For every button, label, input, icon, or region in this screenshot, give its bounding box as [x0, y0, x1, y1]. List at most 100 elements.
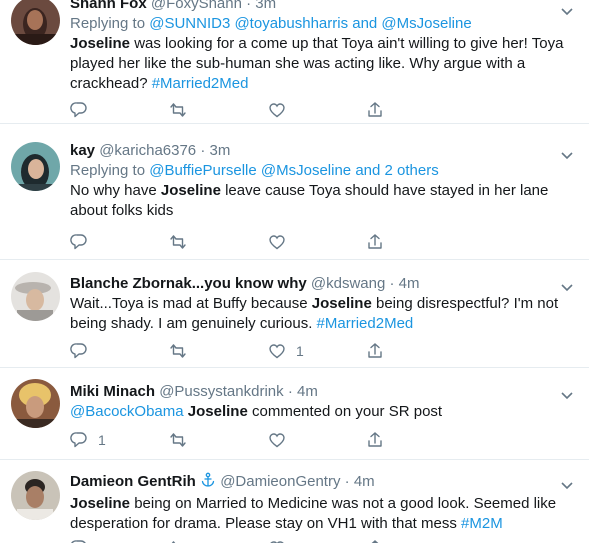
- separator: ·: [287, 383, 293, 400]
- retweet-icon: [168, 101, 188, 119]
- retweet-button[interactable]: [168, 538, 188, 543]
- timestamp[interactable]: 4m: [399, 275, 420, 292]
- hashtag[interactable]: #Married2Med: [317, 315, 414, 332]
- bold-keyword: Joseline: [160, 182, 221, 199]
- heart-icon: [268, 431, 286, 449]
- share-icon: [366, 342, 384, 360]
- reply-icon: [70, 101, 88, 119]
- tweet-actions: [70, 538, 390, 543]
- like-button[interactable]: 1: [268, 341, 304, 361]
- tweet-text: Joseline being on Married to Medicine wa…: [70, 494, 565, 534]
- heart-icon: [268, 342, 286, 360]
- share-icon: [366, 431, 384, 449]
- tweet-feed: Shann Fox @FoxyShann · 3m Replying to @S…: [0, 0, 589, 543]
- share-button[interactable]: [366, 430, 384, 450]
- separator: ·: [344, 473, 350, 490]
- tweet-body: was looking for a come up that Toya ain'…: [70, 35, 564, 92]
- author-handle[interactable]: @DamieonGentry: [220, 473, 340, 490]
- like-button[interactable]: [268, 232, 286, 252]
- timestamp[interactable]: 3m: [255, 0, 276, 12]
- avatar[interactable]: [11, 0, 60, 45]
- tweet-actions: [70, 232, 390, 252]
- avatar[interactable]: [11, 379, 60, 428]
- mention[interactable]: @BacockObama: [70, 403, 184, 420]
- tweet-text: Wait...Toya is mad at Buffy because Jose…: [70, 294, 565, 334]
- share-icon: [366, 233, 384, 251]
- author-name[interactable]: Miki Minach: [70, 383, 155, 400]
- hashtag[interactable]: #M2M: [461, 515, 503, 532]
- avatar[interactable]: [11, 142, 60, 191]
- chevron-down-icon[interactable]: [560, 4, 574, 16]
- timestamp[interactable]: 3m: [210, 142, 231, 159]
- reply-button[interactable]: [70, 232, 88, 252]
- reply-button[interactable]: [70, 100, 88, 120]
- tweet-body-start: Wait...Toya is mad at Buffy because: [70, 295, 312, 312]
- bold-keyword: Joseline: [311, 295, 372, 312]
- replying-to-label: Replying to: [70, 15, 146, 32]
- chevron-down-icon[interactable]: [560, 148, 574, 160]
- retweet-icon: [168, 233, 188, 251]
- replying-to-users[interactable]: @SUNNID3 @toyabushharris and @MsJoseline: [149, 15, 471, 32]
- heart-icon: [268, 539, 286, 543]
- separator: ·: [246, 0, 252, 12]
- retweet-button[interactable]: [168, 430, 188, 450]
- like-button[interactable]: [268, 430, 286, 450]
- tweet-actions: [70, 100, 390, 120]
- share-button[interactable]: [366, 100, 384, 120]
- tweet-body: commented on your SR post: [247, 403, 443, 420]
- share-button[interactable]: [366, 341, 384, 361]
- reply-button[interactable]: [70, 341, 88, 361]
- chevron-down-icon[interactable]: [560, 280, 574, 292]
- author-handle[interactable]: @kdswang: [311, 275, 385, 292]
- avatar[interactable]: [11, 471, 60, 520]
- timestamp[interactable]: 4m: [354, 473, 375, 490]
- like-button[interactable]: [268, 538, 286, 543]
- retweet-button[interactable]: [168, 232, 188, 252]
- retweet-icon: [168, 539, 188, 543]
- retweet-button[interactable]: [168, 341, 188, 361]
- author-name[interactable]: Blanche Zbornak...you know why: [70, 275, 307, 292]
- anchor-icon: [200, 472, 216, 494]
- share-button[interactable]: [366, 538, 384, 543]
- bold-keyword: Joseline: [70, 35, 131, 52]
- author-name[interactable]: kay: [70, 142, 95, 159]
- author-name[interactable]: Damieon GentRih: [70, 473, 196, 490]
- author-handle[interactable]: @Pussystankdrink: [159, 383, 283, 400]
- tweet[interactable]: Miki Minach @Pussystankdrink · 4m @Bacoc…: [0, 368, 589, 460]
- author-name[interactable]: Shann Fox: [70, 0, 147, 12]
- hashtag[interactable]: #Married2Med: [152, 75, 249, 92]
- reply-button[interactable]: [70, 538, 88, 543]
- retweet-icon: [168, 431, 188, 449]
- heart-icon: [268, 233, 286, 251]
- bold-keyword: Joseline: [187, 403, 248, 420]
- share-icon: [366, 539, 384, 543]
- bold-keyword: Joseline: [70, 495, 131, 512]
- replying-to-label: Replying to: [70, 162, 146, 179]
- reply-icon: [70, 431, 88, 449]
- separator: ·: [389, 275, 395, 292]
- avatar[interactable]: [11, 272, 60, 321]
- tweet-text: No why have Joseline leave cause Toya sh…: [70, 181, 565, 221]
- share-button[interactable]: [366, 232, 384, 252]
- timestamp[interactable]: 4m: [297, 383, 318, 400]
- tweet[interactable]: kay @karicha6376 · 3m Replying to @Buffi…: [0, 124, 589, 260]
- chevron-down-icon[interactable]: [560, 388, 574, 400]
- like-count: 1: [296, 343, 304, 359]
- retweet-button[interactable]: [168, 100, 188, 120]
- reply-icon: [70, 342, 88, 360]
- reply-button[interactable]: 1: [70, 430, 106, 450]
- author-handle[interactable]: @karicha6376: [99, 142, 196, 159]
- retweet-icon: [168, 342, 188, 360]
- author-handle[interactable]: @FoxyShann: [151, 0, 242, 12]
- like-button[interactable]: [268, 100, 286, 120]
- tweet-text: Joseline was looking for a come up that …: [70, 34, 565, 94]
- chevron-down-icon[interactable]: [560, 478, 574, 490]
- heart-icon: [268, 101, 286, 119]
- tweet[interactable]: Blanche Zbornak...you know why @kdswang …: [0, 260, 589, 368]
- share-icon: [366, 101, 384, 119]
- replying-to-users[interactable]: @BuffiePurselle @MsJoseline and 2 others: [149, 162, 439, 179]
- tweet-text: @BacockObama Joseline commented on your …: [70, 402, 565, 422]
- reply-count: 1: [98, 432, 106, 448]
- tweet[interactable]: Shann Fox @FoxyShann · 3m Replying to @S…: [0, 0, 589, 124]
- tweet[interactable]: Damieon GentRih @DamieonGentry · 4m Jose…: [0, 460, 589, 543]
